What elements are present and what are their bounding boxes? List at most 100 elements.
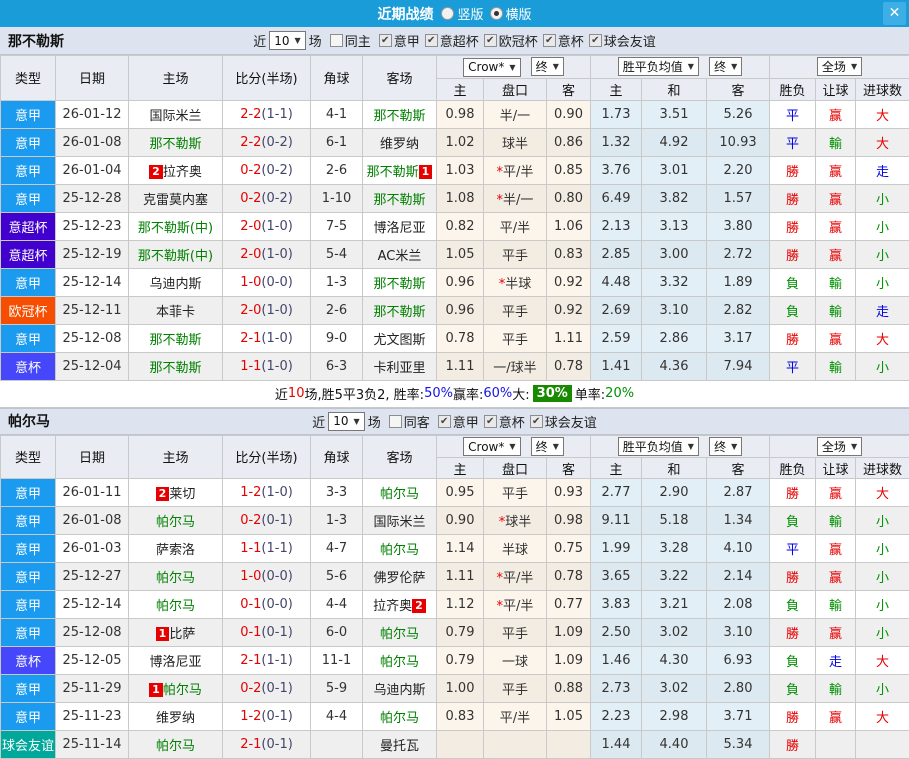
horizontal-layout-label[interactable]: 横版	[506, 4, 532, 23]
fulltime-score: 2-0	[240, 247, 261, 262]
corner-cell: 1-3	[311, 507, 363, 535]
result-handicap-cell: 赢	[816, 184, 856, 212]
match-row: 意甲26-01-03萨索洛1-1(1-1)4-7帕尔马1.14半球0.751.9…	[1, 535, 909, 563]
match-row: 意甲26-01-12国际米兰2-2(1-1)4-1那不勒斯0.98半/一0.90…	[1, 100, 909, 128]
result-wdl-cell: 負	[770, 675, 816, 703]
euro-odds-select[interactable]: 胜平负均值▼	[618, 57, 699, 76]
near-label: 近	[312, 412, 325, 431]
away-team-cell: 博洛尼亚	[363, 212, 437, 240]
score-cell: 1-2(0-1)	[223, 703, 311, 731]
same-away-checkbox[interactable]: 同客	[389, 412, 430, 431]
fulltime-score: 1-2	[240, 485, 261, 500]
asian-odds-group: Crow*▼ 终▼	[437, 435, 591, 458]
league-filter-checkbox[interactable]: ✔意杯	[484, 412, 525, 431]
league-filter-checkbox[interactable]: ✔球会友谊	[530, 412, 597, 431]
euro-draw-odds-cell: 2.90	[642, 479, 707, 507]
euro-odds-select[interactable]: 胜平负均值▼	[618, 437, 699, 456]
asian-away-odds-cell: 0.80	[547, 184, 591, 212]
odds-company-select[interactable]: Crow*▼	[463, 437, 520, 456]
euro-home-odds-cell: 1.99	[591, 535, 642, 563]
col-wdl: 胜负	[770, 78, 816, 100]
asian-away-odds-cell: 1.09	[547, 619, 591, 647]
odds-company-select[interactable]: Crow*▼	[463, 58, 520, 77]
vertical-layout-radio[interactable]	[441, 7, 454, 20]
final-euro-select[interactable]: 终▼	[709, 437, 742, 456]
score-cell: 1-2(1-0)	[223, 479, 311, 507]
col-euro-home: 主	[591, 78, 642, 100]
close-icon[interactable]: ✕	[883, 2, 906, 25]
away-team-cell: 那不勒斯	[363, 268, 437, 296]
home-team-cell: 那不勒斯	[129, 324, 223, 352]
euro-away-odds-cell: 1.34	[707, 507, 770, 535]
match-row: 意超杯25-12-23那不勒斯(中)2-0(1-0)7-5博洛尼亚0.82平/半…	[1, 212, 909, 240]
col-asian-home: 主	[437, 458, 484, 479]
league-filter-checkbox[interactable]: ✔球会友谊	[589, 31, 656, 50]
match-row: 球会友谊25-11-14帕尔马2-1(0-1)曼托瓦1.444.405.34勝	[1, 731, 909, 759]
chevron-down-icon: ▼	[509, 442, 515, 451]
away-team-name: 帕尔马	[380, 487, 419, 502]
final-odds-select[interactable]: 终▼	[531, 57, 564, 76]
league-filter-label: 球会友谊	[604, 31, 656, 50]
halftime-score: (0-1)	[261, 737, 292, 752]
date-cell: 25-12-28	[56, 184, 129, 212]
fulltime-score: 2-0	[240, 219, 261, 234]
date-cell: 26-01-12	[56, 100, 129, 128]
league-filter-checkbox[interactable]: ✔意甲	[379, 31, 420, 50]
fulltime-select[interactable]: 全场▼	[817, 57, 862, 76]
result-goals-cell: 小	[856, 619, 909, 647]
away-team-name: 维罗纳	[380, 137, 419, 152]
horizontal-layout-radio[interactable]	[490, 7, 503, 20]
fulltime-score: 2-1	[240, 737, 261, 752]
same-home-checkbox[interactable]: 同主	[330, 31, 371, 50]
result-handicap-cell	[816, 731, 856, 759]
home-team-cell: 帕尔马	[129, 507, 223, 535]
final-odds-value: 终	[536, 58, 548, 75]
team-section-napoli: 那不勒斯 近 10▼ 场 同主 ✔意甲✔意超杯✔欧冠杯✔意杯✔球会友谊 类型 日…	[0, 27, 909, 408]
star-mark-icon: *	[499, 277, 506, 292]
final-euro-select[interactable]: 终▼	[709, 57, 742, 76]
fulltime-select[interactable]: 全场▼	[817, 437, 862, 456]
handicap-cell: 平手	[484, 479, 547, 507]
checkbox-checked-icon: ✔	[589, 34, 602, 47]
corner-cell: 6-3	[311, 352, 363, 380]
result-handicap-cell: 輸	[816, 591, 856, 619]
result-goals-cell: 大	[856, 647, 909, 675]
final-odds-select[interactable]: 终▼	[531, 437, 564, 456]
fulltime-group: 全场▼	[770, 56, 909, 79]
chevron-down-icon: ▼	[851, 442, 857, 451]
star-mark-icon: *	[497, 599, 504, 614]
league-filter-checkbox[interactable]: ✔意杯	[543, 31, 584, 50]
score-cell: 2-2(0-2)	[223, 128, 311, 156]
league-filter-checkbox[interactable]: ✔意甲	[438, 412, 479, 431]
col-corner: 角球	[311, 56, 363, 101]
euro-draw-odds-cell: 3.32	[642, 268, 707, 296]
match-count-select[interactable]: 10▼	[328, 412, 364, 431]
result-goals-cell: 走	[856, 156, 909, 184]
vertical-layout-label[interactable]: 竖版	[457, 4, 483, 23]
league-filter-checkbox[interactable]: ✔欧冠杯	[484, 31, 538, 50]
result-handicap-cell: 赢	[816, 563, 856, 591]
corner-cell: 5-4	[311, 240, 363, 268]
asian-home-odds-cell: 1.05	[437, 240, 484, 268]
handicap-cell: 平手	[484, 324, 547, 352]
home-team-name: 莱切	[169, 487, 195, 502]
asian-home-odds-cell: 0.79	[437, 647, 484, 675]
match-count-select[interactable]: 10▼	[269, 31, 305, 50]
euro-away-odds-cell: 7.94	[707, 352, 770, 380]
same-home-label: 同主	[345, 31, 371, 50]
score-cell: 1-1(1-0)	[223, 352, 311, 380]
league-filter-checkbox[interactable]: ✔意超杯	[425, 31, 479, 50]
halftime-score: (1-1)	[261, 107, 292, 122]
date-cell: 25-12-27	[56, 563, 129, 591]
away-team-name: 帕尔马	[380, 711, 419, 726]
chevron-down-icon: ▼	[553, 442, 559, 451]
match-count-value: 10	[333, 414, 348, 428]
home-team-name: 博洛尼亚	[149, 655, 201, 670]
checkbox-unchecked-icon	[330, 34, 343, 47]
rank-badge: 2	[149, 165, 163, 179]
summary-segment: 赢率:	[453, 384, 483, 403]
halftime-score: (0-1)	[261, 681, 292, 696]
result-handicap-cell: 赢	[816, 535, 856, 563]
away-team-name: 那不勒斯	[373, 193, 425, 208]
league-type-cell: 意甲	[1, 268, 56, 296]
